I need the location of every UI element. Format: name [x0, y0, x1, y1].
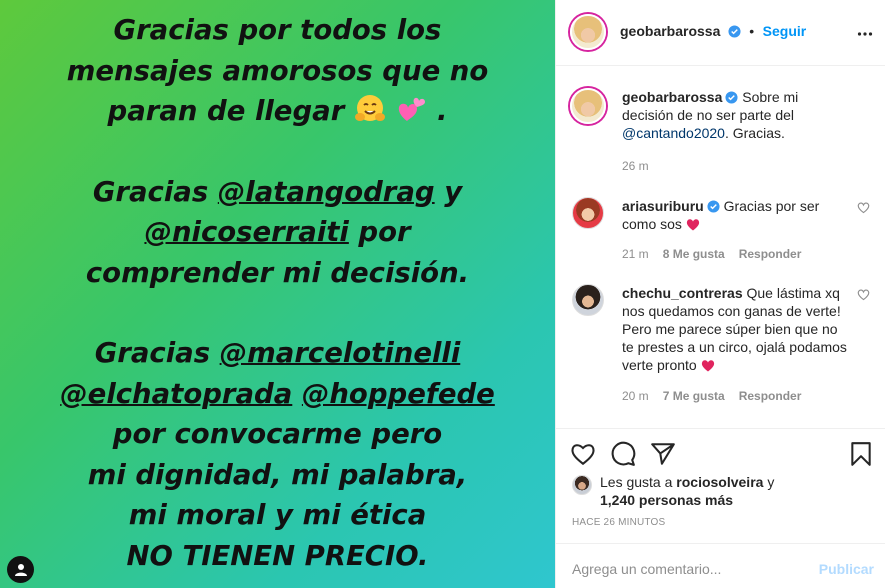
caption-username[interactable]: geobarbarossa — [622, 89, 722, 105]
post-header: geobarbarossa • Seguir — [556, 0, 885, 66]
liker-avatar[interactable] — [572, 475, 592, 495]
hugging-face-emoji-icon — [354, 95, 385, 121]
story-line: paran de llegar . — [0, 91, 555, 132]
reply-button[interactable]: Responder — [739, 247, 802, 261]
post-actions: Les gusta a rociosolveira y 1,240 person… — [556, 428, 885, 543]
story-line-text: paran de llegar — [107, 95, 345, 127]
add-comment-bar: Agrega un comentario... Publicar — [556, 543, 885, 588]
avatar[interactable] — [572, 197, 604, 229]
story-line: Gracias @marcelotinelli — [0, 333, 555, 374]
story-period: . — [437, 95, 448, 127]
story-line: @elchatoprada @hoppefede — [0, 374, 555, 415]
story-text-fragment: Gracias — [92, 175, 218, 208]
story-line: por convocarme pero — [112, 418, 443, 450]
tagged-users-button[interactable] — [7, 556, 34, 583]
mention-nicoserraiti: @nicoserraiti — [144, 216, 349, 248]
verified-badge-icon — [725, 91, 738, 104]
verified-badge-icon — [728, 25, 741, 38]
likes-suffix: y — [763, 474, 775, 490]
avatar[interactable] — [570, 88, 606, 124]
story-paragraph-1: Gracias por todos los mensajes amorosos … — [0, 10, 555, 132]
comment-likes[interactable]: 8 Me gusta — [663, 247, 725, 261]
like-comment-icon[interactable] — [857, 201, 870, 214]
post-sidebar: geobarbarossa • Seguir geobarbarossa Sob… — [555, 0, 885, 588]
like-icon[interactable] — [570, 441, 596, 467]
comment-text: chechu_contreras Que lástima xq nos qued… — [622, 284, 852, 374]
likes-summary: Les gusta a rociosolveira y 1,240 person… — [600, 473, 774, 509]
story-paragraph-2: Gracias @latangodrag y @nicoserraiti por… — [0, 172, 555, 294]
avatar[interactable] — [570, 14, 606, 50]
header-separator: • — [749, 23, 755, 39]
comment-username[interactable]: ariasuriburu — [622, 198, 704, 214]
likes-count[interactable]: 1,240 personas más — [600, 492, 733, 508]
verified-badge-icon — [707, 200, 720, 213]
story-text-fragment: por — [348, 216, 411, 248]
comment-meta: 21 m 8 Me gusta Responder — [622, 247, 801, 261]
comments-list: geobarbarossa Sobre mi decisión de no se… — [556, 67, 885, 427]
comment-time[interactable]: 20 m — [622, 389, 649, 403]
comment-meta: 20 m 7 Me gusta Responder — [622, 389, 801, 403]
story-line: Gracias por todos los — [113, 14, 442, 46]
story-text: Gracias por todos los mensajes amorosos … — [0, 10, 555, 588]
header-username[interactable]: geobarbarossa — [620, 23, 720, 39]
story-line: comprender mi decisión. — [85, 256, 470, 289]
story-line: Gracias @latangodrag y — [0, 172, 555, 213]
likes-prefix: Les gusta a — [600, 474, 677, 490]
avatar[interactable] — [572, 284, 604, 316]
story-line: @nicoserraiti por — [0, 212, 555, 253]
header-user: geobarbarossa • Seguir — [620, 23, 806, 41]
reply-button[interactable]: Responder — [739, 389, 802, 403]
mention-marcelotinelli: @marcelotinelli — [219, 337, 461, 369]
caption-body-end: . Gracias. — [724, 125, 785, 141]
comment-username[interactable]: chechu_contreras — [622, 285, 743, 301]
post-image[interactable]: Gracias por todos los mensajes amorosos … — [0, 0, 555, 588]
like-comment-icon[interactable] — [857, 288, 870, 301]
story-line: NO TIENEN PRECIO. — [126, 539, 429, 572]
mention-latangodrag: @latangodrag — [217, 175, 435, 208]
mention-cantando2020[interactable]: @cantando2020 — [622, 125, 725, 141]
story-text-fragment: y — [434, 175, 463, 208]
comment-time[interactable]: 21 m — [622, 247, 649, 261]
caption-time[interactable]: 26 m — [622, 159, 649, 173]
story-paragraph-3: Gracias @marcelotinelli @elchatoprada @h… — [0, 333, 555, 576]
follow-button[interactable]: Seguir — [763, 23, 807, 39]
comment-icon[interactable] — [610, 441, 636, 467]
liker-username[interactable]: rociosolveira — [676, 474, 763, 490]
story-line: mi dignidad, mi palabra, — [87, 458, 468, 491]
mention-hoppefede: @hoppefede — [301, 377, 495, 410]
more-options-icon[interactable] — [857, 26, 873, 42]
red-heart-emoji-icon — [701, 360, 714, 372]
comment-text: ariasuriburu Gracias por ser como sos — [622, 197, 852, 233]
user-icon — [14, 563, 27, 576]
story-line: mensajes amorosos que no — [66, 54, 489, 87]
story-line: mi moral y mi ética — [128, 499, 427, 531]
story-text-fragment: Gracias — [94, 337, 220, 369]
share-icon[interactable] — [650, 441, 676, 467]
post-timestamp[interactable]: HACE 26 MINUTOS — [572, 517, 665, 528]
comment-input[interactable]: Agrega un comentario... — [572, 561, 721, 577]
two-hearts-emoji-icon — [399, 97, 426, 121]
red-heart-emoji-icon — [686, 219, 699, 231]
caption-text: geobarbarossa Sobre mi decisión de no se… — [622, 88, 852, 142]
mention-elchatoprada: @elchatoprada — [60, 377, 293, 410]
comment-likes[interactable]: 7 Me gusta — [663, 389, 725, 403]
publish-button[interactable]: Publicar — [819, 561, 874, 577]
save-bookmark-icon[interactable] — [848, 441, 874, 467]
